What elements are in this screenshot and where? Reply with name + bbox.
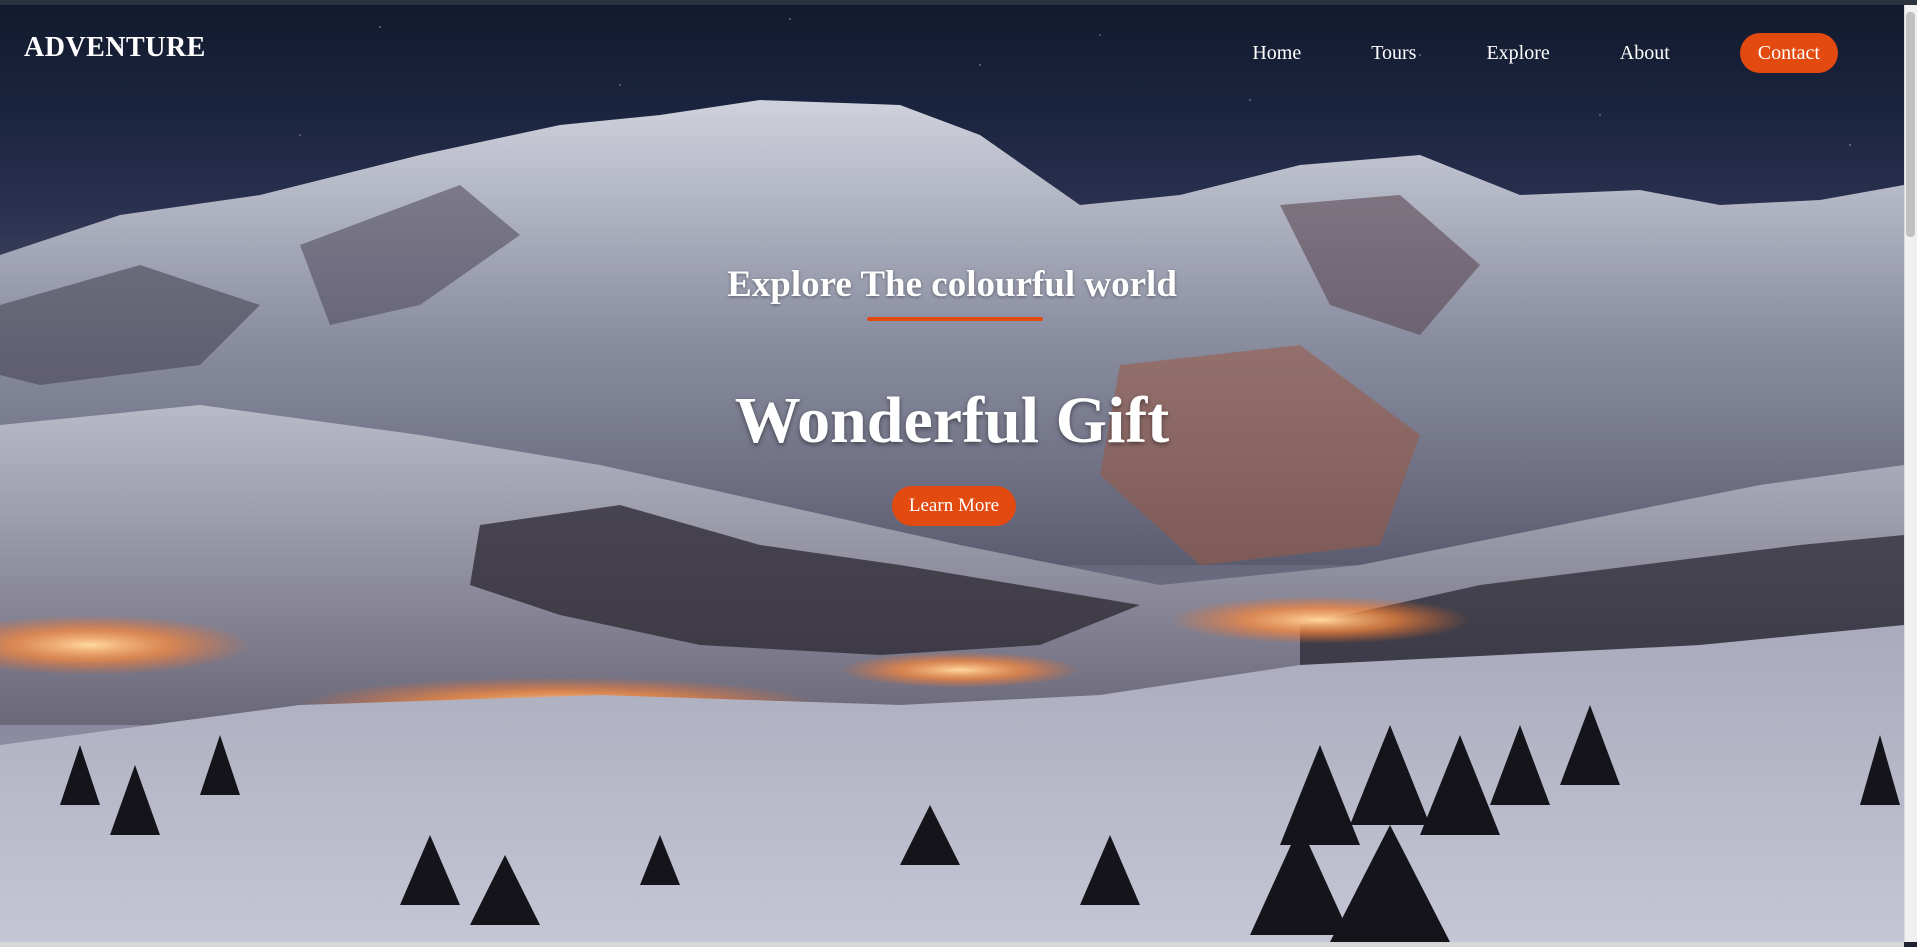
nav-explore-link[interactable]: Explore <box>1486 33 1549 73</box>
brand-logo[interactable]: ADVENTURE <box>24 32 206 64</box>
hero-title: Wonderful Gift <box>734 384 1170 457</box>
bottom-edge <box>0 942 1904 947</box>
nav-tours-link[interactable]: Tours <box>1371 33 1416 73</box>
nav-contact-button[interactable]: Contact <box>1739 33 1838 73</box>
hero-subtitle: Explore The colourful world <box>727 264 1177 305</box>
nav-home-link[interactable]: Home <box>1252 33 1301 73</box>
hero-subtitle-underline <box>867 317 1043 321</box>
page-scrollbar-thumb[interactable] <box>1906 12 1915 237</box>
learn-more-button[interactable]: Learn More <box>892 486 1016 526</box>
hero-section: ADVENTURE Home Tours Explore About Conta… <box>0 5 1904 942</box>
nav-about-link[interactable]: About <box>1620 33 1670 73</box>
mountain-landscape-image <box>0 100 1904 942</box>
main-navigation: Home Tours Explore About Contact <box>1182 33 1838 73</box>
